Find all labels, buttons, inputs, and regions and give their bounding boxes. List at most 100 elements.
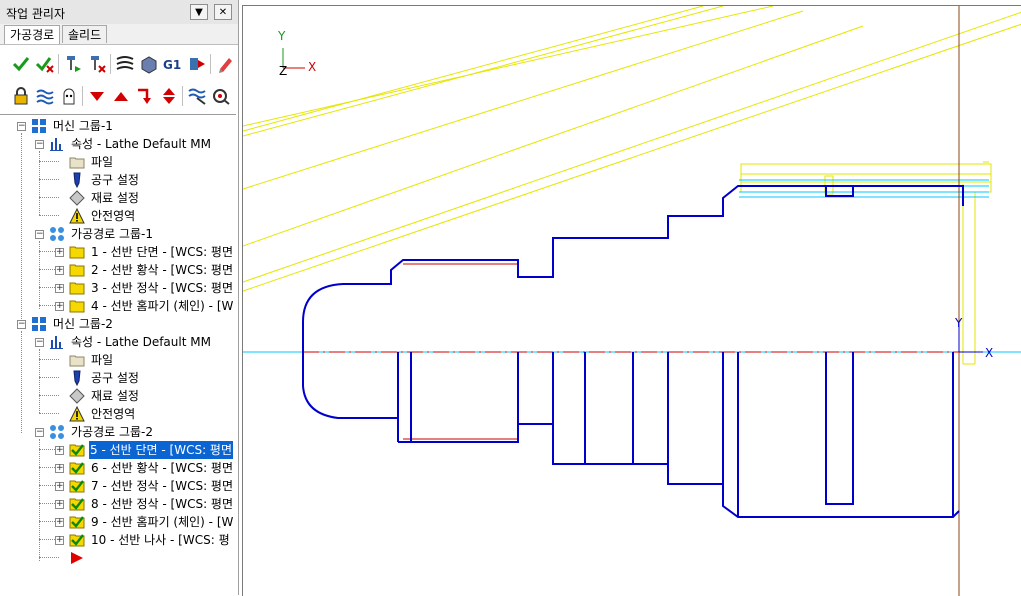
operation-checked-folder-icon: [69, 480, 85, 493]
tree-item-safety-zone[interactable]: 안전영역: [0, 207, 236, 225]
triad-z-label: Z: [279, 64, 288, 78]
operations-manager-panel: 작업 관리자 ▼ ✕ 가공경로 솔리드 G1 − 머신 그룹-1 − 속성 - …: [0, 0, 239, 595]
backplot-icon[interactable]: [114, 53, 136, 75]
stock-setup-label: 재료 설정: [91, 191, 139, 205]
scroll-to-insert-icon[interactable]: [158, 85, 180, 107]
delete-toolpaths-icon[interactable]: [214, 53, 236, 75]
operation-folder-icon: [69, 300, 85, 313]
operation-label: 3 - 선반 정삭 - [WCS: 평면: [91, 281, 234, 295]
warning-icon: [69, 406, 85, 422]
machine-group-label: 머신 그룹-2: [53, 317, 113, 331]
select-all-operations-icon[interactable]: [10, 53, 32, 75]
centerline-and-tool: [243, 179, 1021, 353]
tree-item-stock-setup[interactable]: 재료 설정: [0, 189, 236, 207]
regenerate-icon[interactable]: [62, 53, 84, 75]
high-feed-icon[interactable]: [186, 53, 208, 75]
tree-item-safety-zone[interactable]: 안전영역: [0, 405, 236, 423]
tree-item-operation[interactable]: + 7 - 선반 정삭 - [WCS: 평면: [0, 477, 236, 495]
tree-item-properties[interactable]: − 속성 - Lathe Default MM: [0, 135, 236, 153]
panel-pin-button[interactable]: ▼: [190, 4, 208, 20]
operation-folder-icon: [69, 246, 85, 259]
machine-group-label: 머신 그룹-1: [53, 119, 113, 133]
operation-checked-folder-icon: [69, 498, 85, 511]
operation-checked-folder-icon: [69, 516, 85, 529]
toggle-toolpath-display-icon[interactable]: [186, 85, 208, 107]
operation-label: 10 - 선반 나사 - [WCS: 평: [91, 533, 230, 547]
insert-after-icon[interactable]: [134, 85, 156, 107]
tree-item-operation[interactable]: + 6 - 선반 황삭 - [WCS: 평면: [0, 459, 236, 477]
tab-toolpaths[interactable]: 가공경로: [4, 25, 61, 44]
tree-item-insert-arrow[interactable]: [0, 549, 236, 567]
toggle-post-icon[interactable]: [58, 85, 80, 107]
tool-icon: [73, 172, 81, 188]
tree-item-toolpath-group-1[interactable]: − 가공경로 그룹-1: [0, 225, 236, 243]
tree-item-operation[interactable]: + 9 - 선반 홈파기 (체인) - [W: [0, 513, 236, 531]
toolpath-group-label: 가공경로 그룹-2: [71, 425, 154, 439]
post-g1-icon[interactable]: G1: [162, 53, 184, 75]
properties-label: 속성 - Lathe Default MM: [71, 137, 211, 151]
operation-checked-folder-icon: [69, 444, 85, 457]
operation-checked-folder-icon: [69, 462, 85, 475]
toolbar-row-2: [0, 80, 238, 112]
machine-group-icon: [32, 317, 46, 331]
tree-item-machine-group-2[interactable]: − 머신 그룹-2: [0, 315, 236, 333]
toolpath-group-icon: [50, 425, 64, 439]
only-display-selected-icon[interactable]: [210, 85, 232, 107]
tool-icon: [73, 370, 81, 386]
stock-setup-label: 재료 설정: [91, 389, 139, 403]
operation-label: 5 - 선반 단면 - [WCS: 평면: [89, 441, 234, 459]
tool-settings-label: 공구 설정: [91, 173, 139, 187]
triad-x-label: X: [308, 60, 317, 74]
operation-folder-icon: [69, 282, 85, 295]
regenerate-dirty-icon[interactable]: [86, 53, 108, 75]
operations-tree: − 머신 그룹-1 − 속성 - Lathe Default MM 파일 공구 …: [0, 114, 236, 596]
tree-item-operation-selected[interactable]: + 5 - 선반 단면 - [WCS: 평면: [0, 441, 236, 459]
select-dirty-operations-icon[interactable]: [34, 53, 56, 75]
move-insert-down-icon[interactable]: [86, 85, 108, 107]
tree-item-files[interactable]: 파일: [0, 351, 236, 369]
panel-tabs: 가공경로 솔리드: [0, 24, 238, 45]
files-label: 파일: [91, 155, 114, 169]
part-outline-lower: [302, 352, 960, 518]
tree-item-machine-group-1[interactable]: − 머신 그룹-1: [0, 117, 236, 135]
tree-item-operation[interactable]: + 8 - 선반 정삭 - [WCS: 평면: [0, 495, 236, 513]
insert-arrow-icon: [71, 552, 83, 564]
operation-label: 9 - 선반 홈파기 (체인) - [W: [91, 515, 234, 529]
operation-label: 6 - 선반 황삭 - [WCS: 평면: [91, 461, 234, 475]
tree-item-files[interactable]: 파일: [0, 153, 236, 171]
operation-label: 7 - 선반 정삭 - [WCS: 평면: [91, 479, 234, 493]
tree-item-operation[interactable]: + 2 - 선반 황삭 - [WCS: 평면: [0, 261, 236, 279]
tree-item-operation[interactable]: + 1 - 선반 단면 - [WCS: 평면: [0, 243, 236, 261]
operation-label: 8 - 선반 정삭 - [WCS: 평면: [91, 497, 234, 511]
operation-label: 1 - 선반 단면 - [WCS: 평면: [91, 245, 234, 259]
operation-checked-folder-icon: [69, 534, 85, 547]
stock-icon: [69, 388, 85, 404]
machine-group-icon: [32, 119, 46, 133]
tree-item-properties[interactable]: − 속성 - Lathe Default MM: [0, 333, 236, 351]
properties-icon: [50, 138, 63, 151]
properties-label: 속성 - Lathe Default MM: [71, 335, 211, 349]
tree-item-operation[interactable]: + 4 - 선반 홈파기 (체인) - [W: [0, 297, 236, 315]
tree-item-tool-settings[interactable]: 공구 설정: [0, 171, 236, 189]
toggle-display-icon[interactable]: [34, 85, 56, 107]
stock-icon: [69, 190, 85, 206]
safety-zone-label: 안전영역: [91, 209, 136, 223]
tree-item-operation[interactable]: + 10 - 선반 나사 - [WCS: 평: [0, 531, 236, 549]
svg-text:G1: G1: [163, 58, 181, 72]
wcs-x-label: X: [985, 346, 994, 360]
tree-item-toolpath-group-2[interactable]: − 가공경로 그룹-2: [0, 423, 236, 441]
tree-item-tool-settings[interactable]: 공구 설정: [0, 369, 236, 387]
graphics-viewport[interactable]: Y X Z X Y: [242, 5, 1021, 596]
warning-icon: [69, 208, 85, 224]
lock-icon[interactable]: [10, 85, 32, 107]
toolpath-group-icon: [50, 227, 64, 241]
tab-solids[interactable]: 솔리드: [62, 25, 108, 43]
verify-icon[interactable]: [138, 53, 160, 75]
triad-y-label: Y: [278, 29, 286, 43]
properties-icon: [50, 336, 63, 349]
panel-close-button[interactable]: ✕: [214, 4, 232, 20]
toolbar-row-1: G1: [0, 48, 238, 80]
move-insert-up-icon[interactable]: [110, 85, 132, 107]
tree-item-operation[interactable]: + 3 - 선반 정삭 - [WCS: 평면: [0, 279, 236, 297]
tree-item-stock-setup[interactable]: 재료 설정: [0, 387, 236, 405]
